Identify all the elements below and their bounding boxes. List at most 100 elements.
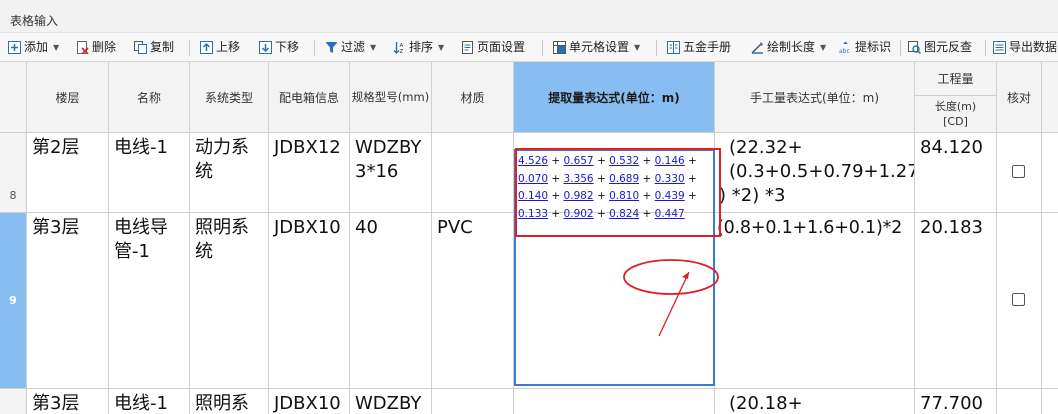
move-up-button[interactable]: 上移	[200, 38, 240, 57]
cell-floor[interactable]: 第2层	[27, 133, 109, 213]
filter-button[interactable]: 过滤 ▼	[325, 38, 376, 57]
filter-icon	[325, 41, 338, 54]
row-number[interactable]	[0, 389, 27, 414]
toolbar-divider	[314, 40, 315, 56]
cell-length[interactable]: 20.183	[915, 213, 997, 389]
annotation-arrow	[658, 271, 690, 337]
length-header-label: 长度(m)	[934, 100, 977, 113]
cell-floor[interactable]: 第3层	[27, 213, 109, 389]
row-number[interactable]: 8	[0, 133, 27, 213]
annotation-arrowhead	[682, 272, 689, 279]
col-header-quantity-group: 工程量	[915, 62, 997, 96]
col-header-spec[interactable]: 规格型号(mm)	[350, 62, 432, 133]
cell-check	[997, 133, 1042, 213]
cell-overflow	[1042, 133, 1058, 213]
verify-checkbox[interactable]	[1012, 293, 1025, 306]
cell-system[interactable]: 照明系统	[190, 389, 269, 414]
corner-header	[0, 62, 27, 133]
chevron-down-icon: ▼	[634, 43, 641, 52]
row-number[interactable]: 9	[0, 213, 27, 389]
draw-length-button[interactable]: 绘制长度 ▼	[751, 38, 826, 57]
reverse-lookup-icon	[908, 41, 922, 55]
length-header-unit: [CD]	[943, 115, 968, 128]
col-header-material[interactable]: 材质	[432, 62, 514, 133]
cell-spec[interactable]: WDZBY 3*16	[350, 133, 432, 213]
cell-name[interactable]: 电线-1	[109, 389, 190, 414]
cell-box[interactable]: JDBX12	[269, 133, 350, 213]
svg-text:Z: Z	[400, 49, 404, 54]
cell-material[interactable]	[432, 133, 514, 213]
page-setup-button[interactable]: 页面设置	[461, 38, 525, 57]
toolbar-divider	[656, 40, 657, 56]
col-header-manual-expr[interactable]: 手工量表达式(单位：m)	[715, 62, 915, 133]
element-reverse-button[interactable]: 图元反查	[908, 38, 972, 57]
cell-manual-expr[interactable]: (20.18+	[715, 389, 915, 414]
panel-titlebar: 表格输入	[0, 0, 1058, 33]
book-icon	[667, 41, 680, 54]
move-down-button[interactable]: 下移	[259, 38, 299, 57]
chevron-down-icon: ▼	[370, 43, 377, 52]
cell-name[interactable]: 电线-1	[109, 133, 190, 213]
annotation-highlight-box	[515, 148, 721, 237]
cell-manual-expr[interactable]: (0.8+0.1+1.6+0.1)*2	[715, 213, 915, 389]
cell-extract-expr[interactable]	[514, 389, 715, 414]
cell-check	[997, 389, 1042, 414]
extract-mark-button[interactable]: abc 提标识	[839, 38, 891, 57]
manual-expr-line: (0.3+0.5+0.79+1.27	[729, 161, 915, 182]
chevron-down-icon: ▼	[438, 43, 445, 52]
manual-expr-line: ) *2) *3	[719, 185, 786, 206]
export-icon	[993, 41, 1006, 54]
hardware-manual-button[interactable]: 五金手册	[667, 38, 731, 57]
annotation-ellipse	[623, 259, 719, 295]
cell-settings-icon	[553, 41, 566, 54]
svg-text:abc: abc	[839, 48, 850, 54]
annotation-overlay	[623, 259, 719, 337]
col-header-system[interactable]: 系统类型	[190, 62, 269, 133]
cell-length[interactable]: 84.120	[915, 133, 997, 213]
verify-checkbox[interactable]	[1012, 165, 1025, 178]
cell-manual-expr[interactable]: (22.32+ (0.3+0.5+0.79+1.27 ) *2) *3	[715, 133, 915, 213]
copy-icon	[134, 41, 147, 54]
arrow-up-icon	[200, 41, 213, 54]
col-header-extract-expr[interactable]: 提取量表达式(单位：m)	[514, 62, 715, 133]
delete-button[interactable]: 删除	[76, 38, 116, 57]
page-icon	[461, 41, 474, 54]
chevron-down-icon: ▼	[53, 43, 60, 52]
add-icon	[8, 41, 21, 54]
toolbar-divider	[542, 40, 543, 56]
toolbar-divider	[985, 40, 986, 56]
col-header-floor[interactable]: 楼层	[27, 62, 109, 133]
arrow-down-icon	[259, 41, 272, 54]
draw-length-icon	[751, 41, 764, 54]
cell-material[interactable]	[432, 389, 514, 414]
export-button[interactable]: 导出数据	[993, 38, 1057, 57]
toolbar: 添加 ▼ 删除 复制 上移 下移 过滤 ▼ AZ 排序 ▼ 页面设置 单元格设置 ▼ 五…	[0, 33, 1058, 62]
col-header-box[interactable]: 配电箱信息	[269, 62, 350, 133]
cell-box[interactable]: JDBX10	[269, 389, 350, 414]
delete-icon	[76, 41, 89, 55]
chevron-down-icon: ▼	[820, 43, 827, 52]
copy-button[interactable]: 复制	[134, 38, 174, 57]
cell-spec[interactable]: WDZBY	[350, 389, 432, 414]
cell-name[interactable]: 电线导管-1	[109, 213, 190, 389]
cell-system[interactable]: 照明系统	[190, 213, 269, 389]
panel-title: 表格输入	[10, 14, 59, 28]
sort-button[interactable]: AZ 排序 ▼	[393, 38, 444, 57]
cell-system[interactable]: 动力系统	[190, 133, 269, 213]
sort-icon: AZ	[393, 41, 406, 55]
extract-mark-icon: abc	[839, 41, 852, 55]
cell-material[interactable]: PVC	[432, 213, 514, 389]
col-header-overflow	[1042, 62, 1058, 133]
cell-length[interactable]: 77.700	[915, 389, 997, 414]
cell-floor[interactable]: 第3层	[27, 389, 109, 414]
add-button[interactable]: 添加 ▼	[8, 38, 59, 57]
col-header-check[interactable]: 核对	[997, 62, 1042, 133]
toolbar-divider	[189, 40, 190, 56]
cell-overflow	[1042, 213, 1058, 389]
col-header-name[interactable]: 名称	[109, 62, 190, 133]
cell-check	[997, 213, 1042, 389]
cell-box[interactable]: JDBX10	[269, 213, 350, 389]
col-header-length[interactable]: 长度(m) [CD]	[915, 96, 997, 133]
cell-setup-button[interactable]: 单元格设置 ▼	[553, 38, 640, 57]
cell-spec[interactable]: 40	[350, 213, 432, 389]
